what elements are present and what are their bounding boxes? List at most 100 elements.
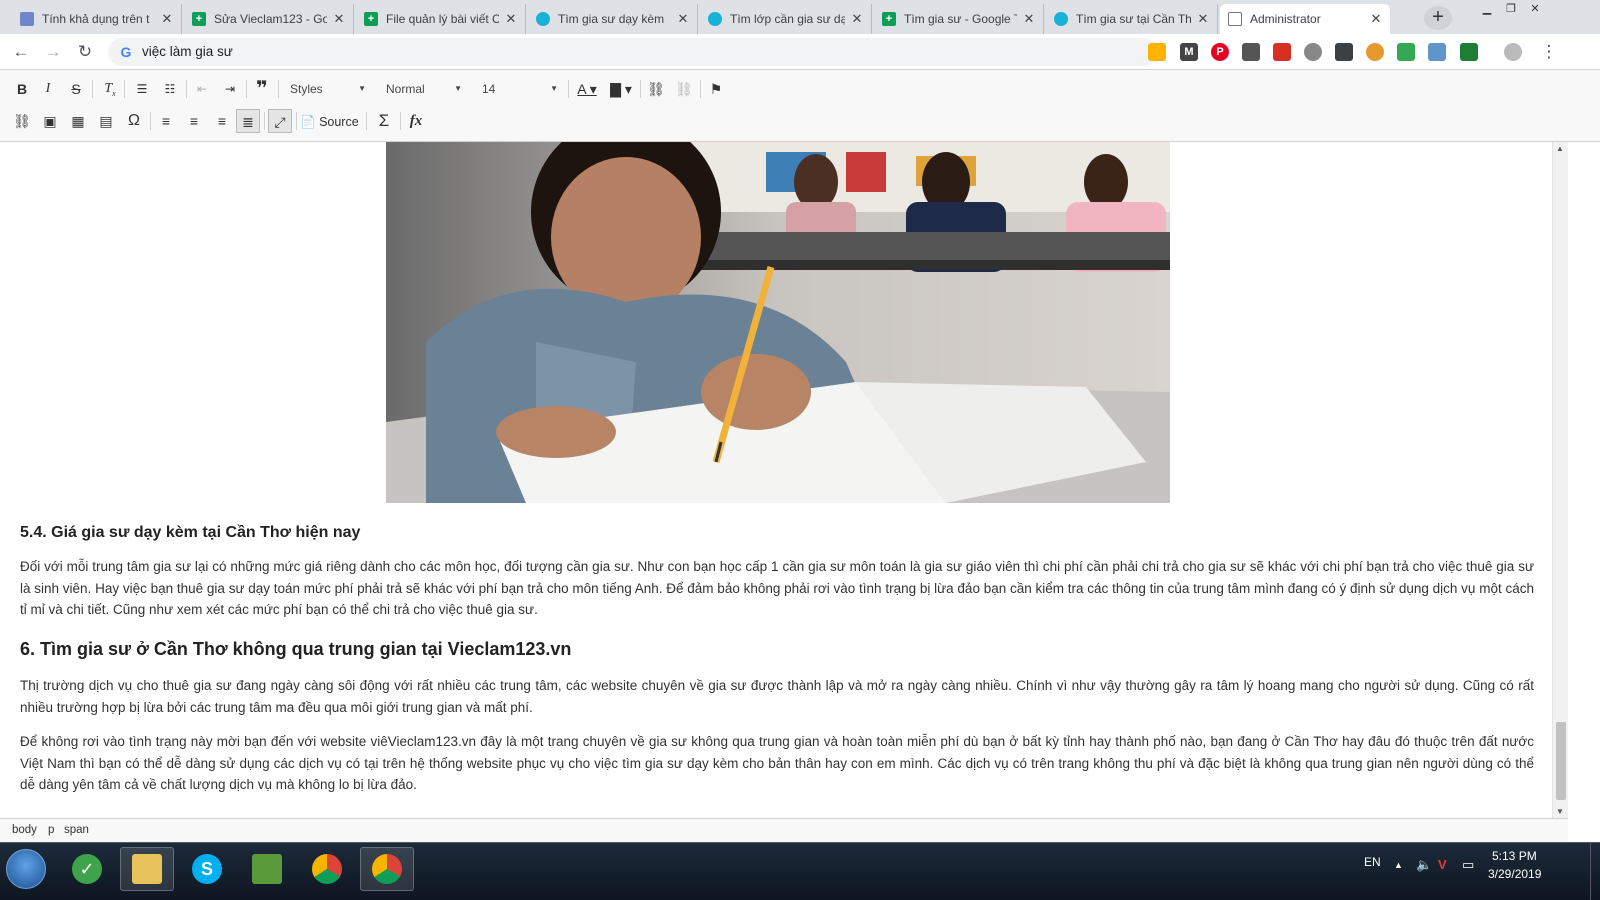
scroll-down-icon[interactable]: ▼ [1556, 807, 1564, 816]
close-icon[interactable]: ✕ [1197, 11, 1209, 27]
start-button[interactable] [6, 849, 46, 889]
tab-administrator-active[interactable]: Administrator ✕ [1220, 4, 1390, 34]
tray-expand-icon[interactable]: ▲ [1394, 860, 1403, 870]
boy-writing-illustration [386, 142, 1170, 503]
address-bar[interactable]: G việc làm gia sư [108, 38, 1158, 66]
extension-icon[interactable] [1397, 43, 1415, 61]
tab-title: Administrator [1250, 12, 1321, 26]
anchor-flag-button[interactable]: ⚑ [704, 77, 728, 101]
show-desktop-button[interactable] [1590, 843, 1600, 900]
network-icon[interactable]: ▭ [1462, 857, 1474, 873]
extension-icon[interactable] [1460, 43, 1478, 61]
tab-6[interactable]: + Tìm gia sư - Google T ✕ [874, 4, 1044, 34]
antivirus-icon[interactable]: V [1438, 857, 1447, 872]
maximize-button[interactable]: ⤢ [268, 109, 292, 133]
pinterest-icon[interactable]: P [1211, 43, 1229, 61]
outdent-button[interactable]: ⇤ [190, 77, 214, 101]
scroll-up-icon[interactable]: ▲ [1556, 144, 1564, 153]
toolbar-separator [296, 112, 297, 130]
close-icon[interactable]: ✕ [851, 11, 863, 27]
taskbar-file-explorer[interactable] [120, 847, 174, 891]
tab-3[interactable]: + File quản lý bài viết C ✕ [356, 4, 526, 34]
text-color-button[interactable]: A ▾ [572, 77, 602, 101]
cookie-extension-icon[interactable] [1366, 43, 1384, 61]
toolbar-separator [278, 80, 279, 98]
classroom-photo[interactable] [386, 142, 1170, 503]
taskbar-skype[interactable]: S [180, 847, 234, 891]
taskbar-chrome[interactable] [300, 847, 354, 891]
path-item-p[interactable]: p [48, 824, 54, 836]
reload-icon[interactable]: ↻ [74, 41, 96, 63]
close-icon[interactable]: ✕ [1370, 11, 1382, 27]
taskbar-app-green[interactable]: ✓ [60, 847, 114, 891]
path-item-body[interactable]: body [12, 824, 37, 836]
sheets-icon: + [364, 12, 378, 26]
gmail-extension-icon[interactable]: M [1180, 43, 1198, 61]
remove-format-button[interactable]: Tx [98, 77, 122, 101]
seo-extension-icon[interactable] [1273, 43, 1291, 61]
strikethrough-button[interactable]: S [64, 77, 88, 101]
format-dropdown[interactable]: Normal ▼ [382, 78, 466, 100]
path-item-span[interactable]: span [64, 824, 89, 836]
menu-dots-icon[interactable]: ⋮ [1538, 41, 1560, 63]
image-button[interactable]: ▣ [38, 109, 62, 133]
clock-date[interactable]: 3/29/2019 [1488, 867, 1541, 881]
math-formula-button[interactable]: fx [404, 109, 428, 133]
close-icon[interactable]: ✕ [505, 11, 517, 27]
link-button[interactable]: ⛓ [644, 77, 668, 101]
sum-button[interactable]: Σ [372, 109, 396, 133]
new-tab-button[interactable]: + [1424, 6, 1452, 30]
clock-time[interactable]: 5:13 PM [1492, 849, 1537, 863]
tab-7[interactable]: Tìm gia sư tại Cần Th ✕ [1046, 4, 1218, 34]
restore-icon[interactable]: ❐ [1502, 2, 1520, 16]
tab-5[interactable]: Tìm lớp cần gia sư dạ ✕ [700, 4, 872, 34]
taskbar-app-chart[interactable] [240, 847, 294, 891]
align-center-button[interactable]: ≡ [182, 109, 206, 133]
extension-icon[interactable] [1304, 43, 1322, 61]
format-dropdown-label: Normal [386, 82, 425, 96]
tab-2[interactable]: + Sửa Vieclam123 - Go ✕ [184, 4, 354, 34]
tab-4[interactable]: Tìm gia sư dạy kèm ✕ [528, 4, 698, 34]
bulleted-list-button[interactable]: ☷ [158, 77, 182, 101]
source-button[interactable]: 📄 Source [300, 110, 359, 134]
close-icon[interactable]: ✕ [1023, 11, 1035, 27]
browser-tab-strip: Tính khả dụng trên t ✕ + Sửa Vieclam123 … [0, 0, 1600, 34]
profile-avatar-icon[interactable] [1504, 43, 1522, 61]
close-icon[interactable]: ✕ [333, 11, 345, 27]
justify-button[interactable]: ≣ [236, 109, 260, 133]
close-icon[interactable]: ✕ [161, 11, 173, 27]
font-size-dropdown[interactable]: 14 ▼ [478, 78, 562, 100]
extension-icon[interactable] [1335, 43, 1353, 61]
volume-icon[interactable]: 🔈 [1416, 857, 1432, 873]
language-indicator[interactable]: EN [1364, 855, 1381, 869]
tab-1[interactable]: Tính khả dụng trên t ✕ [12, 4, 182, 34]
horizontal-line-button[interactable]: ▤ [94, 109, 118, 133]
align-left-button[interactable]: ≡ [154, 109, 178, 133]
toolbar-separator [366, 112, 367, 130]
indent-button[interactable]: ⇥ [218, 77, 242, 101]
numbered-list-button[interactable]: ☰ [130, 77, 154, 101]
table-button[interactable]: ▦ [66, 109, 90, 133]
editor-content-area[interactable]: 5.4. Giá gia sư dạy kèm tại Cần Thơ hiện… [0, 142, 1552, 818]
scroll-thumb[interactable] [1556, 722, 1566, 800]
blockquote-button[interactable]: ❞ [250, 77, 274, 101]
italic-button[interactable]: I [36, 77, 60, 101]
close-icon[interactable]: ✕ [677, 11, 689, 27]
styles-dropdown[interactable]: Styles ▼ [286, 78, 370, 100]
link-button-2[interactable]: ⛓ [10, 109, 34, 133]
align-right-button[interactable]: ≡ [210, 109, 234, 133]
unlink-button[interactable]: ⛓ [672, 77, 696, 101]
taskbar-chrome-active[interactable] [360, 847, 414, 891]
back-arrow-icon[interactable]: ← [10, 41, 32, 63]
minimize-icon[interactable]: ▁ [1478, 2, 1496, 16]
bold-button[interactable]: B [10, 77, 34, 101]
paragraph-6a: Thị trường dịch vụ cho thuê gia sư đang … [20, 678, 1534, 715]
extension-icon[interactable] [1242, 43, 1260, 61]
window-close-icon[interactable]: ✕ [1526, 2, 1544, 16]
link-extension-icon[interactable] [1428, 43, 1446, 61]
extension-icon[interactable] [1148, 43, 1166, 61]
forward-arrow-icon[interactable]: → [42, 41, 64, 63]
background-color-button[interactable]: ▇ ▾ [606, 77, 636, 101]
special-char-button[interactable]: Ω [122, 109, 146, 133]
content-scrollbar[interactable]: ▲ ▼ [1552, 142, 1568, 818]
